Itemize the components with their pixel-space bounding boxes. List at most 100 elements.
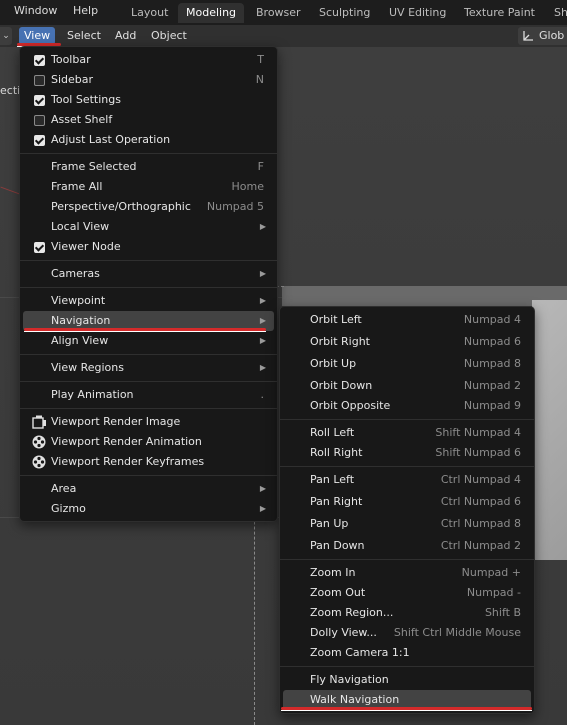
menu-item-fly-navigation[interactable]: Fly Navigation — [283, 670, 531, 690]
menu-item-label: Orbit Opposite — [310, 399, 391, 412]
shortcut-label: Numpad - — [466, 586, 521, 599]
menu-item-view-regions[interactable]: View Regions ▶ — [23, 358, 274, 378]
shortcut-label: Numpad 9 — [463, 399, 521, 412]
menu-item-orbit-opposite[interactable]: Orbit Opposite Numpad 9 — [283, 396, 531, 416]
menu-item-zoom-out[interactable]: Zoom Out Numpad - — [283, 583, 531, 603]
menu-item-orbit-down[interactable]: Orbit Down Numpad 2 — [283, 376, 531, 396]
menu-item-label: Play Animation — [51, 388, 134, 401]
menu-item-label: Asset Shelf — [51, 113, 113, 126]
transform-orientation-dropdown[interactable]: Glob — [518, 27, 567, 45]
shortcut-label: Shift Numpad 6 — [435, 446, 521, 459]
menu-item-label: Pan Up — [310, 517, 349, 530]
shortcut-label: F — [257, 160, 264, 173]
menu-item-label: Roll Left — [310, 426, 355, 439]
menu-item-orbit-up[interactable]: Orbit Up Numpad 8 — [283, 354, 531, 374]
render-image-icon — [32, 415, 46, 429]
menu-item-label: Local View — [51, 220, 110, 233]
menu-item-label: Viewer Node — [51, 240, 121, 253]
menu-item-zoom-in[interactable]: Zoom In Numpad + — [283, 563, 531, 583]
menu-item-label: Orbit Right — [310, 335, 370, 348]
menu-item-label: Tool Settings — [51, 93, 121, 106]
menu-item-asset-shelf[interactable]: Asset Shelf — [23, 110, 274, 130]
menu-item-zoom-region[interactable]: Zoom Region... Shift B — [283, 603, 531, 623]
submenu-arrow-icon: ▶ — [259, 336, 266, 345]
menu-separator — [20, 287, 277, 288]
menu-item-roll-left[interactable]: Roll Left Shift Numpad 4 — [283, 423, 531, 443]
menu-item-label: Pan Right — [310, 495, 363, 508]
menu-item-roll-right[interactable]: Roll Right Shift Numpad 6 — [283, 443, 531, 463]
tab-shading[interactable]: Sh — [546, 3, 567, 23]
menu-item-orbit-left[interactable]: Orbit Left Numpad 4 — [283, 310, 531, 330]
menu-separator — [280, 559, 534, 560]
menu-item-viewer-node[interactable]: Viewer Node — [23, 237, 274, 257]
mode-dropdown[interactable]: ⌄ — [0, 27, 12, 45]
menu-item-align-view[interactable]: Align View ▶ — [23, 331, 274, 351]
menu-item-label: Pan Left — [310, 473, 355, 486]
menu-item-pan-right[interactable]: Pan Right Ctrl Numpad 6 — [283, 492, 531, 512]
menu-help[interactable]: Help — [73, 4, 98, 17]
menu-item-label: Sidebar — [51, 73, 94, 86]
menu-item-label: View Regions — [51, 361, 124, 374]
menu-item-sidebar[interactable]: Sidebar N — [23, 70, 274, 90]
render-animation-icon — [32, 435, 46, 449]
menu-item-viewport-render-image[interactable]: Viewport Render Image — [23, 412, 274, 432]
menu-item-label: Fly Navigation — [310, 673, 389, 686]
menu-separator — [20, 408, 277, 409]
menu-item-pan-down[interactable]: Pan Down Ctrl Numpad 2 — [283, 536, 531, 556]
menu-item-dolly-view[interactable]: Dolly View... Shift Ctrl Middle Mouse — [283, 623, 531, 643]
menu-item-label: Frame Selected — [51, 160, 137, 173]
menu-item-play-animation[interactable]: Play Animation . — [23, 385, 274, 405]
menu-item-zoom-camera-1-1[interactable]: Zoom Camera 1:1 — [283, 643, 531, 663]
tab-uv-editing[interactable]: UV Editing — [381, 3, 454, 23]
orientation-label: Glob — [539, 29, 565, 42]
menu-item-label: Zoom In — [310, 566, 356, 579]
shortcut-label: Shift B — [484, 606, 521, 619]
submenu-arrow-icon: ▶ — [259, 269, 266, 278]
menu-select[interactable]: Select — [62, 27, 106, 45]
tab-layout[interactable]: Layout — [123, 3, 176, 23]
shortcut-label: Ctrl Numpad 4 — [440, 473, 521, 486]
menu-item-viewport-render-animation[interactable]: Viewport Render Animation — [23, 432, 274, 452]
menu-item-adjust-last-operation[interactable]: Adjust Last Operation — [23, 130, 274, 150]
menu-item-viewpoint[interactable]: Viewpoint ▶ — [23, 291, 274, 311]
checkbox-icon — [34, 135, 45, 146]
menu-add[interactable]: Add — [110, 27, 141, 45]
tab-sculpting[interactable]: Sculpting — [311, 3, 378, 23]
menu-separator — [20, 475, 277, 476]
menu-item-viewport-render-keyframes[interactable]: Viewport Render Keyframes — [23, 452, 274, 472]
viewport-overlay-text: ecti — [0, 84, 21, 97]
menu-item-label: Perspective/Orthographic — [51, 200, 191, 213]
menu-item-local-view[interactable]: Local View ▶ — [23, 217, 274, 237]
tab-modeling[interactable]: Modeling — [178, 3, 245, 23]
menu-item-cameras[interactable]: Cameras ▶ — [23, 264, 274, 284]
menu-item-pan-up[interactable]: Pan Up Ctrl Numpad 8 — [283, 514, 531, 534]
shortcut-label: Numpad 6 — [463, 335, 521, 348]
menu-item-gizmo[interactable]: Gizmo ▶ — [23, 499, 274, 519]
menu-window[interactable]: Window — [14, 4, 57, 17]
menu-item-label: Zoom Out — [310, 586, 366, 599]
menu-item-pan-left[interactable]: Pan Left Ctrl Numpad 4 — [283, 470, 531, 490]
shortcut-label: Numpad 4 — [463, 313, 521, 326]
shortcut-label: T — [257, 53, 264, 66]
menu-item-frame-all[interactable]: Frame All Home — [23, 177, 274, 197]
menu-item-label: Viewport Render Animation — [51, 435, 202, 448]
checkbox-icon — [34, 95, 45, 106]
viewport-header: ⌄ View Select Add Object Glob — [0, 25, 567, 47]
menu-object[interactable]: Object — [146, 27, 192, 45]
menu-item-label: Gizmo — [51, 502, 86, 515]
shortcut-label: Numpad 5 — [206, 200, 264, 213]
menu-item-label: Cameras — [51, 267, 100, 280]
submenu-arrow-icon: ▶ — [259, 363, 266, 372]
tab-browser[interactable]: Browser — [248, 3, 309, 23]
menu-item-tool-settings[interactable]: Tool Settings — [23, 90, 274, 110]
render-keyframes-icon — [32, 455, 46, 469]
menu-item-orbit-right[interactable]: Orbit Right Numpad 6 — [283, 332, 531, 352]
menu-item-toolbar[interactable]: Toolbar T — [23, 50, 274, 70]
tab-texture-paint[interactable]: Texture Paint — [456, 3, 543, 23]
orientation-icon — [523, 31, 533, 41]
menu-item-perspective-orthographic[interactable]: Perspective/Orthographic Numpad 5 — [23, 197, 274, 217]
menu-item-area[interactable]: Area ▶ — [23, 479, 274, 499]
menu-item-label: Viewpoint — [51, 294, 106, 307]
menu-item-frame-selected[interactable]: Frame Selected F — [23, 157, 274, 177]
top-menubar: Window Help Layout Modeling Browser Scul… — [0, 0, 567, 25]
